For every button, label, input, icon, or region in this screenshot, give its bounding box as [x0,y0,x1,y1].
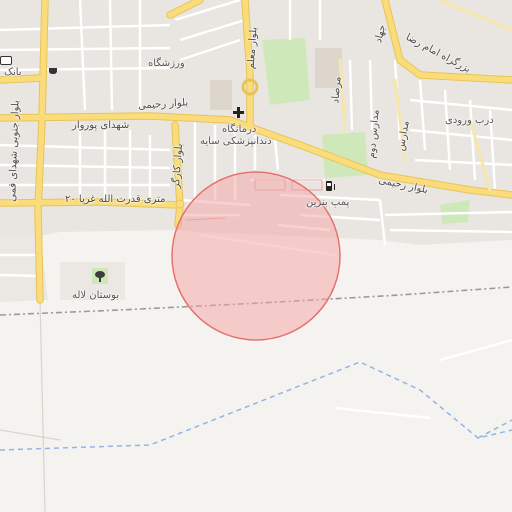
road-label-shohada-pourvar: شهدای پوروار [72,120,130,131]
map-base-layer [0,0,512,512]
road-label-qodratollah: ۲۰ متری قدرت الله غریا [65,194,166,205]
tree-icon[interactable] [95,271,106,283]
bank-label[interactable]: بانک [4,67,22,79]
dental-clinic-label[interactable]: دندانپزشکی سایه [200,136,272,148]
clinic-label[interactable]: درمانگاه [222,124,256,136]
medical-cross-icon[interactable] [232,106,245,119]
admin-boundary [0,361,512,451]
park-name-label[interactable]: بوستان لاله [72,290,119,302]
building-block [210,80,232,110]
tracks [0,299,61,512]
park-area [262,38,310,105]
gas-station-label[interactable]: پمپ بنزین [306,197,349,209]
map-canvas[interactable]: بانک ورزشگاه درمانگاه دندانپزشکی سایه در… [0,0,512,512]
gym-label[interactable]: ورزشگاه [148,58,185,70]
entrance-gate-label[interactable]: درب ورودی [445,115,494,127]
fuel-pump-icon[interactable] [325,181,335,192]
roundabout [175,199,185,209]
basket-icon[interactable] [49,68,57,74]
atm-icon[interactable] [0,56,12,65]
road-label-mardan: مرصاد [330,76,344,104]
